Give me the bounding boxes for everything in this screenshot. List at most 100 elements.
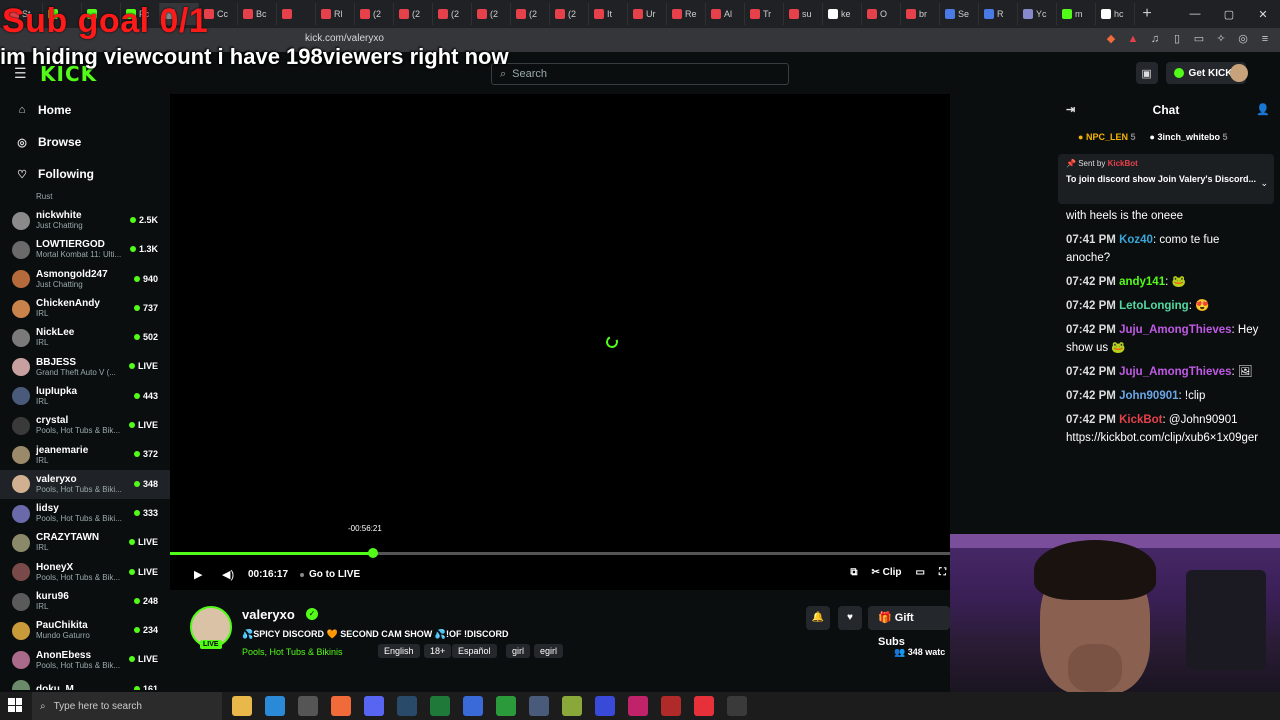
- sidebar-channel[interactable]: kuru96 IRL 248: [0, 587, 170, 616]
- browser-tab[interactable]: (2: [472, 3, 511, 25]
- browser-tab[interactable]: (2: [433, 3, 472, 25]
- sidebar-channel[interactable]: HoneyX Pools, Hot Tubs & Bik... LIVE: [0, 558, 170, 587]
- browser-tab[interactable]: [277, 3, 316, 25]
- browser-tab[interactable]: (2: [355, 3, 394, 25]
- search-input[interactable]: ⌕ Search: [491, 63, 789, 85]
- calculator-icon[interactable]: [298, 696, 318, 716]
- play-icon[interactable]: ▶: [194, 568, 202, 581]
- tiktok-icon[interactable]: [628, 696, 648, 716]
- browser-tab[interactable]: Al: [706, 3, 745, 25]
- edge-icon[interactable]: [265, 696, 285, 716]
- fullscreen-icon[interactable]: ⛶: [939, 567, 946, 578]
- youtube-icon[interactable]: [694, 696, 714, 716]
- clip-button[interactable]: ✂ Clip: [871, 567, 901, 578]
- pinned-message[interactable]: 📌 Sent by KickBot To join discord show J…: [1058, 154, 1274, 204]
- excel-icon[interactable]: [430, 696, 450, 716]
- browser-tab[interactable]: su: [784, 3, 823, 25]
- new-tab-button[interactable]: +: [1135, 3, 1159, 25]
- xbox-icon[interactable]: [496, 696, 516, 716]
- chat-username[interactable]: Juju_AmongThieves: [1119, 366, 1231, 378]
- sidebar-channel[interactable]: lupIupka IRL 443: [0, 382, 170, 411]
- tag-18plus[interactable]: 18+: [424, 644, 452, 658]
- shield-app-icon[interactable]: [529, 696, 549, 716]
- discord-icon[interactable]: [364, 696, 384, 716]
- collapse-chat-icon[interactable]: ⇥: [1066, 94, 1075, 126]
- steam-icon[interactable]: [397, 696, 417, 716]
- theater-mode-icon[interactable]: ▭: [916, 567, 925, 578]
- browser-tab[interactable]: (2: [550, 3, 589, 25]
- sidebar-channel[interactable]: crystal Pools, Hot Tubs & Bik... LIVE: [0, 411, 170, 440]
- follow-heart-icon[interactable]: ♥: [838, 606, 862, 630]
- file-explorer-icon[interactable]: [232, 696, 252, 716]
- tag-egirl[interactable]: egirl: [534, 644, 564, 658]
- menu-icon[interactable]: ≡: [1258, 32, 1272, 46]
- go-to-live-button[interactable]: Go to LIVE: [300, 569, 360, 580]
- sidebar-channel[interactable]: CRAZYTAWN IRL LIVE: [0, 528, 170, 557]
- brave-shield-icon[interactable]: ◆: [1104, 32, 1118, 46]
- browser-tab[interactable]: Yc: [1018, 3, 1057, 25]
- rewards-icon[interactable]: ▲: [1126, 32, 1140, 46]
- obs-icon[interactable]: [727, 696, 747, 716]
- windows-start-icon[interactable]: [8, 698, 22, 712]
- top-gifter-1[interactable]: ● NPC_LEN 5: [1078, 132, 1136, 142]
- wallet-icon[interactable]: ▭: [1192, 32, 1206, 46]
- extensions-icon[interactable]: ✧: [1214, 32, 1228, 46]
- messenger-icon[interactable]: [595, 696, 615, 716]
- browser-tab[interactable]: Bc: [238, 3, 277, 25]
- sidebar-channel[interactable]: LOWTIERGOD Mortal Kombat 11: Ulti... 1.3K: [0, 235, 170, 264]
- browser-tab[interactable]: Ur: [628, 3, 667, 25]
- browser-tab[interactable]: It: [589, 3, 628, 25]
- sidebar-channel[interactable]: BBJESS Grand Theft Auto V (... LIVE: [0, 352, 170, 381]
- video-player[interactable]: -00:56:21 ▶ ◀) 00:16:17 Go to LIVE ⧉ ✂ C…: [170, 94, 950, 590]
- app-icon[interactable]: [661, 696, 681, 716]
- sidebar-channel[interactable]: NickLee IRL 502: [0, 323, 170, 352]
- browser-tab[interactable]: (2: [394, 3, 433, 25]
- browser-tab[interactable]: Re: [667, 3, 706, 25]
- user-avatar[interactable]: [1230, 64, 1248, 82]
- pip-icon[interactable]: ⧉: [850, 567, 857, 578]
- sidebar-channel[interactable]: lidsy Pools, Hot Tubs & Biki... 333: [0, 499, 170, 528]
- maximize-button[interactable]: ▢: [1212, 0, 1246, 28]
- sidebar-channel[interactable]: valeryxo Pools, Hot Tubs & Biki... 348: [0, 469, 170, 499]
- photos-icon[interactable]: [463, 696, 483, 716]
- volume-icon[interactable]: ◀): [222, 568, 234, 581]
- chat-username[interactable]: John90901: [1119, 390, 1178, 402]
- tag-espanol[interactable]: Español: [452, 644, 497, 658]
- browser-tab[interactable]: Se: [940, 3, 979, 25]
- browser-tab[interactable]: hc: [1096, 3, 1135, 25]
- vpn-icon[interactable]: ◎: [1236, 32, 1250, 46]
- chat-username[interactable]: Juju_AmongThieves: [1119, 324, 1231, 336]
- progress-thumb[interactable]: [367, 548, 378, 558]
- browser-tab[interactable]: br: [901, 3, 940, 25]
- sidebar-channel[interactable]: ChickenAndy IRL 737: [0, 294, 170, 323]
- close-button[interactable]: ✕: [1246, 0, 1280, 28]
- chat-username[interactable]: LetoLonging: [1119, 300, 1189, 312]
- gift-subs-button[interactable]: 🎁 Gift Subs: [868, 606, 950, 648]
- sidebar-channel[interactable]: PauChikita Mundo Gaturro 234: [0, 616, 170, 645]
- nav-home[interactable]: ⌂ Home: [0, 94, 170, 126]
- notification-bell-icon[interactable]: 🔔: [806, 606, 830, 630]
- browser-tab[interactable]: ke: [823, 3, 862, 25]
- nav-following[interactable]: ♡ Following: [0, 158, 170, 190]
- sidebar-icon[interactable]: ▯: [1170, 32, 1184, 46]
- music-icon[interactable]: ♫: [1148, 32, 1162, 46]
- top-gifter-2[interactable]: ● 3inch_whitebo 5: [1150, 132, 1228, 142]
- tag-english[interactable]: English: [378, 644, 420, 658]
- nav-browse[interactable]: ◎ Browse: [0, 126, 170, 158]
- store-icon[interactable]: ▣: [1135, 62, 1158, 84]
- chevron-down-icon[interactable]: ⌄: [1260, 178, 1268, 189]
- sidebar-channel[interactable]: AnonEbess Pools, Hot Tubs & Bik... LIVE: [0, 645, 170, 674]
- brave-icon[interactable]: [331, 696, 351, 716]
- browser-tab[interactable]: R: [979, 3, 1018, 25]
- browser-tab[interactable]: (2: [511, 3, 550, 25]
- taskbar-search[interactable]: ⌕ Type here to search: [32, 692, 222, 720]
- sidebar-channel[interactable]: Asmongold247 Just Chatting 940: [0, 265, 170, 294]
- url-text[interactable]: kick.com/valeryxo: [305, 33, 384, 44]
- browser-tab[interactable]: Rl: [316, 3, 355, 25]
- minimize-button[interactable]: —: [1178, 0, 1212, 28]
- browser-tab[interactable]: m: [1057, 3, 1096, 25]
- tag-girl[interactable]: girl: [506, 644, 531, 658]
- sidebar-channel[interactable]: nickwhite Just Chatting 2.5K: [0, 206, 170, 235]
- browser-tab[interactable]: O: [862, 3, 901, 25]
- sidebar-channel[interactable]: jeanemarie IRL 372: [0, 440, 170, 469]
